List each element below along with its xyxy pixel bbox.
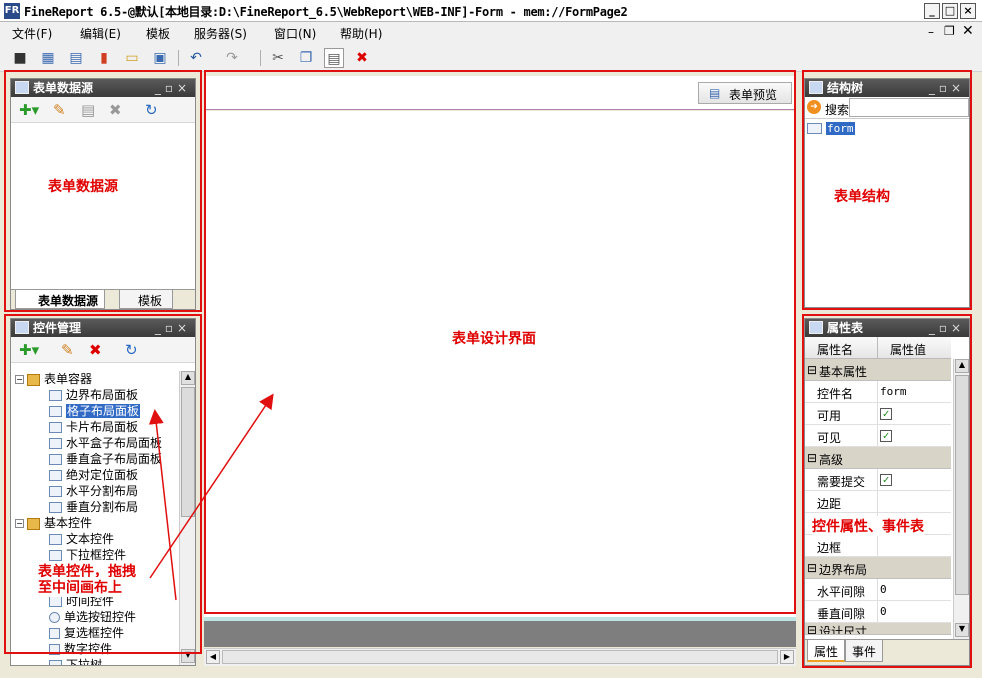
annotation-properties: 控件属性、事件表 — [812, 516, 924, 536]
pointer-arrow — [148, 409, 177, 601]
annotation-structure: 表单结构 — [834, 189, 890, 205]
annotation-box-properties — [802, 314, 972, 668]
drag-arrow — [149, 393, 274, 579]
